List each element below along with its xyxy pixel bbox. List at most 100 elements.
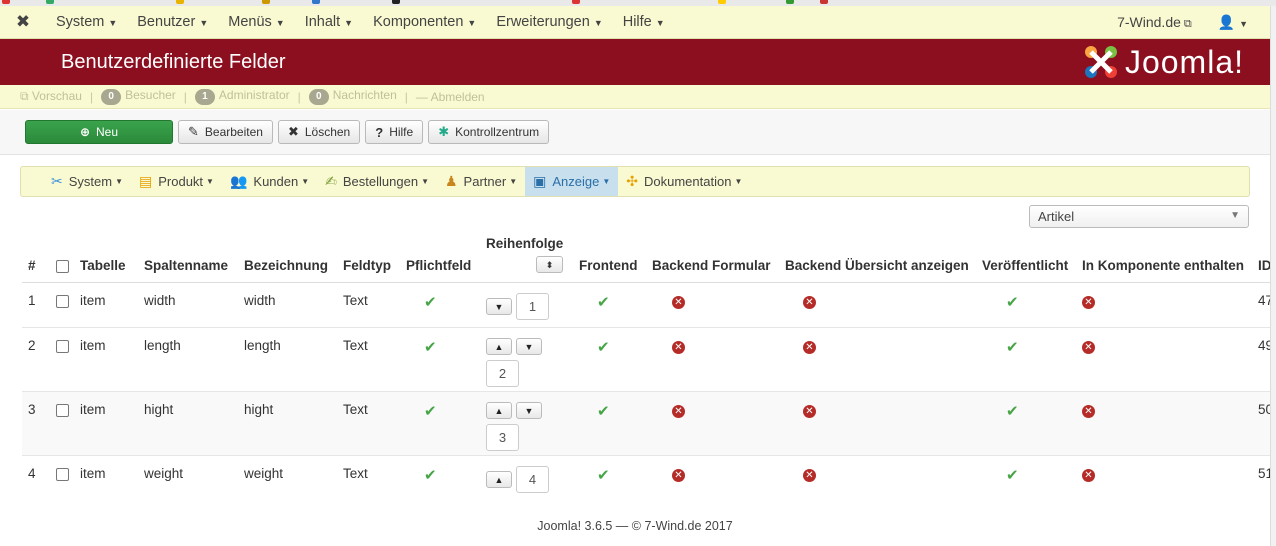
row-checkbox[interactable] bbox=[56, 295, 69, 309]
caret-down-icon: ▼ bbox=[467, 18, 477, 28]
question-icon: ? bbox=[375, 124, 384, 140]
row-column[interactable]: hight bbox=[136, 391, 236, 455]
help-button[interactable]: ? Hilfe bbox=[365, 120, 424, 144]
move-up-button[interactable]: ▲ bbox=[486, 470, 512, 488]
joomla-icon[interactable]: ✖ bbox=[0, 12, 46, 32]
col-id[interactable]: ID bbox=[1250, 232, 1270, 283]
submenu-partner[interactable]: ♟ Partner ▼ bbox=[437, 167, 525, 196]
row-type: Text bbox=[343, 465, 368, 481]
submenu-bestellungen[interactable]: ✍ Bestellungen ▼ bbox=[317, 167, 437, 196]
submenu-anzeige[interactable]: ▣ Anzeige ▼ bbox=[525, 167, 619, 196]
cross-circle-icon[interactable]: ✕ bbox=[803, 404, 816, 418]
row-checkbox[interactable] bbox=[56, 468, 69, 482]
cross-circle-icon[interactable]: ✕ bbox=[1082, 468, 1095, 482]
col-backend-list[interactable]: Backend Übersicht anzeigen bbox=[777, 232, 974, 283]
move-down-button[interactable]: ▼ bbox=[516, 401, 542, 419]
sort-icon[interactable]: ⬍ bbox=[536, 255, 563, 273]
control-center-button[interactable]: ✱ Kontrollzentrum bbox=[428, 120, 550, 144]
cross-circle-icon[interactable]: ✕ bbox=[1082, 404, 1095, 418]
check-icon[interactable]: ✔ bbox=[1006, 467, 1019, 484]
check-icon[interactable]: ✔ bbox=[424, 403, 437, 420]
order-input[interactable]: 1 bbox=[516, 292, 549, 320]
row-column[interactable]: length bbox=[136, 327, 236, 391]
preview-link[interactable]: ⧉ Vorschau bbox=[20, 89, 82, 104]
fields-table: # Tabelle Spaltenname Bezeichnung Feldty… bbox=[22, 232, 1270, 519]
cross-circle-icon[interactable]: ✕ bbox=[672, 404, 685, 418]
row-backend-form: ✕ bbox=[644, 327, 777, 391]
submenu-produkt[interactable]: ▤ Produkt ▼ bbox=[131, 167, 222, 196]
cross-circle-icon[interactable]: ✕ bbox=[1082, 295, 1095, 309]
row-column[interactable]: width bbox=[136, 282, 236, 327]
messages-status[interactable]: 0 Nachrichten bbox=[308, 88, 397, 105]
check-icon[interactable]: ✔ bbox=[1006, 339, 1019, 356]
cross-circle-icon[interactable]: ✕ bbox=[803, 295, 816, 309]
col-column[interactable]: Spaltenname bbox=[136, 232, 236, 283]
cross-circle-icon[interactable]: ✕ bbox=[672, 340, 685, 354]
table-filter-select[interactable]: Artikel ▼ bbox=[1029, 205, 1249, 228]
col-table[interactable]: Tabelle bbox=[72, 232, 136, 283]
menu-hilfe[interactable]: Hilfe ▼ bbox=[613, 14, 675, 30]
submenu-kunden[interactable]: 👥 Kunden ▼ bbox=[222, 167, 317, 196]
check-icon[interactable]: ✔ bbox=[1006, 403, 1019, 420]
cross-circle-icon[interactable]: ✕ bbox=[672, 468, 685, 482]
logout-link[interactable]: — Abmelden bbox=[416, 90, 485, 104]
move-up-button[interactable]: ▲ bbox=[486, 337, 512, 355]
col-backend-form[interactable]: Backend Formular bbox=[644, 232, 777, 283]
col-published[interactable]: Veröffentlicht bbox=[974, 232, 1074, 283]
row-checkbox[interactable] bbox=[56, 340, 69, 354]
row-num: 1 bbox=[28, 292, 36, 308]
row-table: item bbox=[80, 337, 106, 353]
new-button[interactable]: ⊕ Neu bbox=[25, 120, 173, 144]
check-icon[interactable]: ✔ bbox=[597, 339, 610, 356]
col-in-component[interactable]: In Komponente enthalten bbox=[1074, 232, 1250, 283]
submenu-dokumentation[interactable]: ✣ Dokumentation ▼ bbox=[618, 167, 750, 196]
check-icon[interactable]: ✔ bbox=[1006, 294, 1019, 311]
site-link[interactable]: 7-Wind.de ⧉ bbox=[1117, 14, 1192, 31]
check-icon[interactable]: ✔ bbox=[597, 467, 610, 484]
order-input[interactable]: 2 bbox=[486, 359, 519, 387]
cross-circle-icon[interactable]: ✕ bbox=[803, 468, 816, 482]
select-all-checkbox[interactable] bbox=[56, 259, 69, 273]
row-id: 49 bbox=[1258, 337, 1270, 353]
move-down-button[interactable]: ▼ bbox=[486, 297, 512, 315]
row-column[interactable]: weight bbox=[136, 455, 236, 505]
menu-komponenten[interactable]: Komponenten ▼ bbox=[363, 14, 486, 30]
col-type[interactable]: Feldtyp bbox=[335, 232, 398, 283]
row-num: 4 bbox=[28, 465, 36, 481]
col-frontend[interactable]: Frontend bbox=[571, 232, 644, 283]
col-required[interactable]: Pflichtfeld bbox=[398, 232, 478, 283]
row-required: ✔ bbox=[398, 455, 478, 505]
order-input[interactable]: 3 bbox=[486, 423, 519, 451]
menu-benutzer[interactable]: Benutzer ▼ bbox=[127, 14, 218, 30]
row-checkbox[interactable] bbox=[56, 404, 69, 418]
check-icon[interactable]: ✔ bbox=[424, 467, 437, 484]
move-up-button[interactable]: ▲ bbox=[486, 401, 512, 419]
cross-circle-icon[interactable]: ✕ bbox=[1082, 340, 1095, 354]
page-footer: Joomla! 3.6.5 — © 7-Wind.de 2017 bbox=[537, 519, 733, 533]
menu-erweiterungen[interactable]: Erweiterungen ▼ bbox=[486, 14, 612, 30]
cross-circle-icon[interactable]: ✕ bbox=[672, 295, 685, 309]
check-icon[interactable]: ✔ bbox=[597, 403, 610, 420]
visitors-status[interactable]: 0 Besucher bbox=[101, 88, 176, 105]
move-down-button[interactable]: ▼ bbox=[516, 337, 542, 355]
plus-circle-icon: ⊕ bbox=[79, 125, 91, 139]
col-label[interactable]: Bezeichnung bbox=[236, 232, 335, 283]
check-icon[interactable]: ✔ bbox=[424, 339, 437, 356]
delete-button[interactable]: ✖ Löschen bbox=[277, 120, 361, 144]
row-label: weight bbox=[244, 465, 284, 481]
check-icon[interactable]: ✔ bbox=[424, 294, 437, 311]
row-backend-list: ✕ bbox=[777, 327, 974, 391]
col-order[interactable]: Reihenfolge ⬍ bbox=[478, 232, 571, 283]
check-icon[interactable]: ✔ bbox=[597, 294, 610, 311]
menu-menues[interactable]: Menüs ▼ bbox=[218, 14, 294, 30]
window-scrollbar[interactable] bbox=[1270, 6, 1276, 546]
menu-system[interactable]: System ▼ bbox=[46, 14, 127, 30]
order-input[interactable]: 4 bbox=[516, 465, 549, 493]
submenu-system[interactable]: ✂ System ▼ bbox=[43, 167, 131, 196]
admins-status[interactable]: 1 Administrator bbox=[194, 88, 290, 105]
menu-inhalt[interactable]: Inhalt ▼ bbox=[295, 14, 363, 30]
row-required: ✔ bbox=[398, 327, 478, 391]
cross-circle-icon[interactable]: ✕ bbox=[803, 340, 816, 354]
user-menu[interactable]: 👤 ▼ bbox=[1218, 14, 1248, 31]
edit-button[interactable]: ✎ Bearbeiten bbox=[178, 120, 273, 144]
